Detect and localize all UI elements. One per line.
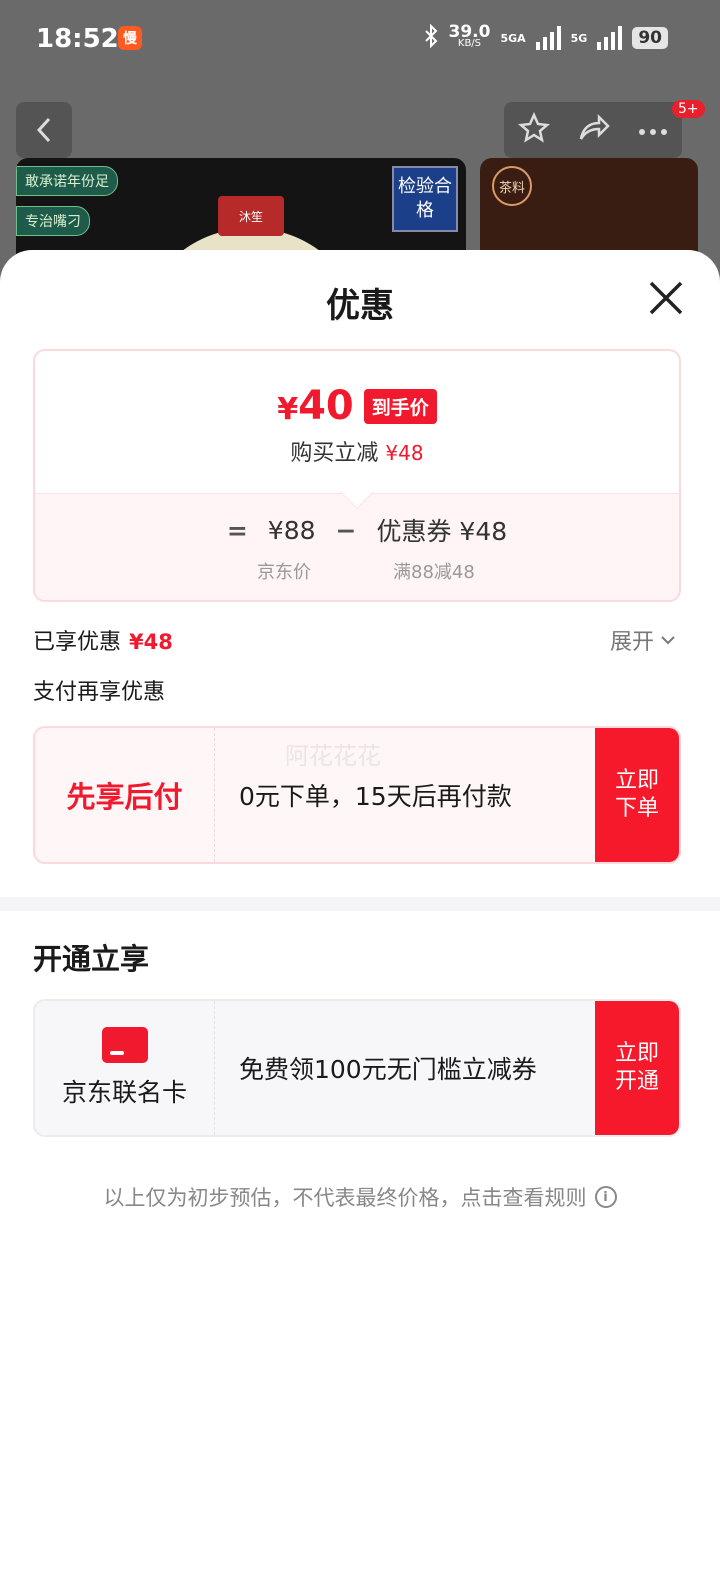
price-top: ¥ 40 到手价 购买立减 ¥48	[35, 351, 679, 493]
final-price-line: ¥ 40 到手价	[35, 383, 679, 429]
section-title: 开通立享	[33, 942, 150, 976]
product-tag-2: 专治嘴刁	[16, 206, 90, 236]
inspection-badge: 检验合格	[392, 166, 458, 232]
co-brand-card-info: 京东联名卡	[35, 1001, 215, 1135]
speed-unit: KB/S	[457, 38, 482, 49]
discount-sheet: 优惠 ¥ 40 到手价 购买立减 ¥48 = ¥88 − 优惠券 ¥48 京东价…	[0, 250, 720, 1584]
chevron-down-icon	[661, 636, 675, 645]
notification-badge: 5+	[672, 100, 705, 118]
disclaimer[interactable]: 以上仅为初步预估，不代表最终价格，点击查看规则 i	[0, 1182, 720, 1212]
expand-toggle[interactable]: 展开	[610, 624, 676, 656]
pay-again-label: 支付再享优惠	[33, 680, 166, 705]
pay-later-card[interactable]: 先享后付 阿花花花 0元下单，15天后再付款 立即下单	[33, 726, 681, 864]
brand-logo: 沐笙	[218, 196, 284, 236]
share-icon	[579, 113, 610, 140]
bluetooth-icon	[424, 23, 438, 52]
signal-icon-2	[597, 26, 623, 50]
close-icon	[649, 281, 683, 315]
equals-sign: =	[226, 515, 248, 545]
section-divider	[0, 897, 720, 911]
favorite-button[interactable]	[517, 111, 550, 148]
base-price: ¥88	[267, 515, 316, 545]
top-actions	[504, 102, 682, 158]
co-brand-card[interactable]: 京东联名卡 免费领100元无门槛立减券 立即开通	[33, 999, 681, 1137]
price-breakdown: = ¥88 − 优惠券 ¥48 京东价 满88减48	[35, 493, 679, 600]
tea-stamp: 茶料	[492, 166, 532, 206]
close-button[interactable]	[646, 278, 686, 318]
pay-later-desc: 0元下单，15天后再付款	[239, 782, 512, 811]
speed-value: 39.0	[448, 22, 491, 42]
sheet-title: 优惠	[326, 286, 394, 326]
instant-discount-line: 购买立减 ¥48	[35, 435, 679, 467]
credit-card-icon	[101, 1027, 148, 1063]
enjoyed-discount-row: 已享优惠 ¥48	[33, 624, 173, 656]
signal-icon	[535, 26, 561, 50]
more-dots-icon	[639, 128, 668, 135]
status-indicators: 39.0 KB/S 5GA 5G 90	[424, 24, 668, 52]
coupon-condition: 满88减48	[393, 562, 475, 583]
instant-discount-amount: ¥48	[385, 441, 424, 465]
network-type-1: 5GA	[500, 31, 526, 45]
minus-sign: −	[335, 515, 357, 545]
back-button[interactable]	[16, 102, 72, 158]
product-tag-1: 敢承诺年份足	[16, 166, 118, 196]
network-type-2: 5G	[570, 31, 588, 45]
activate-now-button[interactable]: 立即开通	[595, 1001, 679, 1135]
battery-indicator: 90	[632, 27, 668, 49]
more-button[interactable]	[638, 121, 668, 140]
final-price-amount: 40	[298, 383, 354, 429]
enjoyed-discount-label: 已享优惠	[33, 630, 122, 655]
instant-discount-label: 购买立减	[290, 441, 379, 466]
base-price-label: 京东价	[257, 562, 311, 583]
disclaimer-text: 以上仅为初步预估，不代表最终价格，点击查看规则	[103, 1186, 587, 1210]
order-now-label: 立即下单	[614, 768, 659, 821]
price-summary-card: ¥ 40 到手价 购买立减 ¥48 = ¥88 − 优惠券 ¥48 京东价 满8…	[33, 349, 681, 602]
activate-now-label: 立即开通	[614, 1041, 659, 1094]
coupon-amount: 优惠券 ¥48	[376, 517, 508, 546]
price-formula: = ¥88 − 优惠券 ¥48	[35, 512, 679, 548]
final-price: ¥ 40	[277, 383, 354, 429]
network-speed: 39.0 KB/S	[448, 22, 491, 50]
share-button[interactable]	[577, 113, 611, 147]
final-price-tag: 到手价	[363, 388, 437, 424]
co-brand-card-desc: 免费领100元无门槛立减券	[239, 1055, 537, 1084]
currency-symbol: ¥	[277, 392, 299, 427]
info-icon: i	[594, 1186, 617, 1208]
pay-later-name: 先享后付	[35, 728, 215, 862]
status-bar: 18:52 慢 39.0 KB/S 5GA 5G 90	[0, 0, 720, 80]
enjoyed-discount-amount: ¥48	[129, 630, 173, 654]
app-notification-icon: 慢	[118, 26, 142, 50]
co-brand-card-name: 京东联名卡	[61, 1078, 187, 1107]
expand-label: 展开	[610, 630, 655, 655]
order-now-button[interactable]: 立即下单	[595, 728, 679, 862]
chevron-left-icon	[36, 117, 51, 143]
star-icon	[517, 111, 550, 143]
status-time: 18:52	[36, 24, 119, 54]
